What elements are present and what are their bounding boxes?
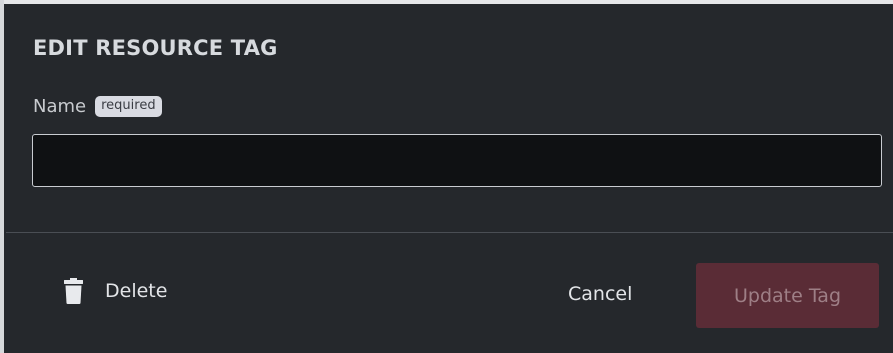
top-edge [0,0,893,4]
page: EDIT RESOURCE TAG Name required Delete C… [0,0,893,353]
left-edge [0,0,4,353]
delete-label: Delete [105,280,168,302]
dialog-title: EDIT RESOURCE TAG [33,36,278,60]
cancel-button[interactable]: Cancel [568,283,632,305]
name-field-label: Name [33,96,87,117]
trash-icon [64,278,83,304]
required-badge: required [95,96,162,117]
footer-divider [6,232,893,233]
name-input[interactable] [32,134,882,187]
delete-button[interactable]: Delete [64,278,167,304]
edit-resource-tag-dialog: EDIT RESOURCE TAG Name required Delete C… [6,6,893,353]
update-tag-button[interactable]: Update Tag [696,263,879,328]
name-field-label-row: Name required [33,96,162,117]
